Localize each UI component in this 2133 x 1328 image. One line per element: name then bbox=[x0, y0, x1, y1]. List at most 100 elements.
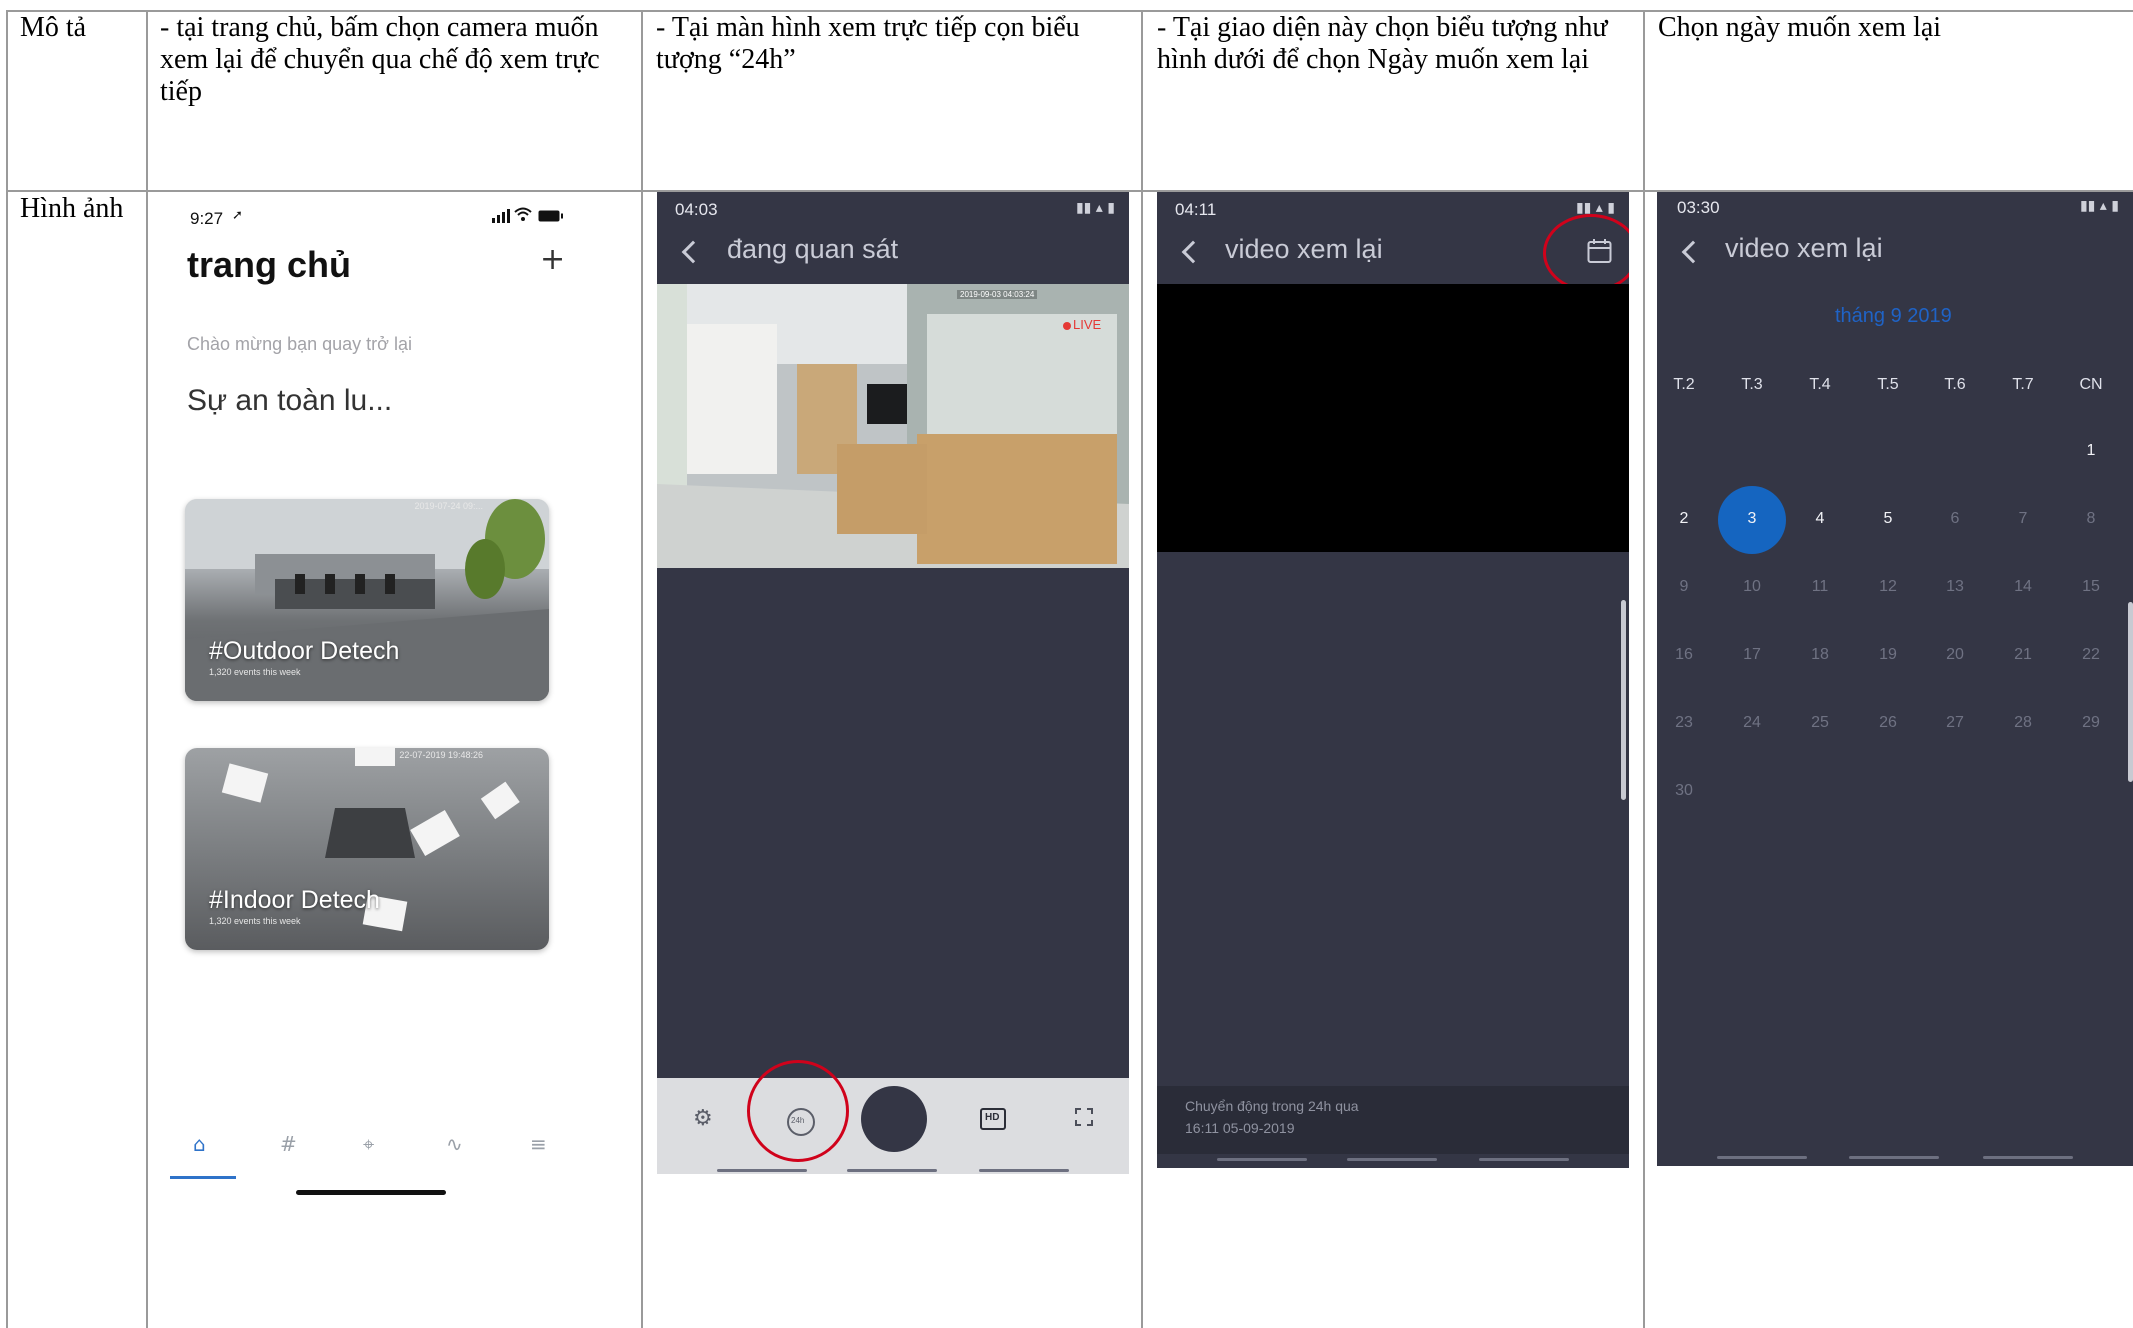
calendar-day[interactable]: 16 bbox=[1664, 646, 1704, 664]
video-timestamp: 2019-09-03 04:03:24 bbox=[957, 290, 1038, 299]
calendar-day[interactable]: 14 bbox=[2003, 578, 2043, 596]
calendar-day[interactable]: 26 bbox=[1868, 714, 1908, 732]
home-indicator-bar bbox=[296, 1190, 446, 1195]
back-chevron-icon[interactable] bbox=[681, 240, 705, 264]
calendar-screen: 03:30 ▮▮ ▴ ▮ video xem lại tháng 9 2019 … bbox=[1657, 192, 2133, 1166]
live-video-feed[interactable]: LIVE 2019-09-03 04:03:24 bbox=[657, 284, 1129, 568]
camera-name: #Outdoor Detech bbox=[209, 637, 400, 665]
plus-icon[interactable]: + bbox=[540, 242, 565, 277]
screen-title: đang quan sát bbox=[727, 234, 899, 264]
calendar-day[interactable]: 10 bbox=[1732, 578, 1772, 596]
calendar-day[interactable]: 25 bbox=[1800, 714, 1840, 732]
calendar-day[interactable]: 24 bbox=[1732, 714, 1772, 732]
calendar-day[interactable]: 5 bbox=[1868, 510, 1908, 528]
location-arrow-icon: ➚ bbox=[232, 208, 243, 223]
motion-time: 16:11 05-09-2019 bbox=[1185, 1120, 1295, 1136]
weekday-label: T.5 bbox=[1877, 376, 1899, 393]
tab-menu-icon[interactable]: ≡ bbox=[530, 1132, 547, 1156]
calendar-day[interactable]: 13 bbox=[1935, 578, 1975, 596]
home-screen: 9:27 ➚ trang chủ + Chào mừng bạn quay tr… bbox=[162, 192, 622, 1212]
calendar-day[interactable]: 23 bbox=[1664, 714, 1704, 732]
scroll-handle[interactable] bbox=[1621, 600, 1626, 800]
live-badge-dot bbox=[1063, 322, 1071, 330]
calendar-day[interactable]: 6 bbox=[1935, 510, 1975, 528]
camera-events: 1,320 events this week bbox=[209, 916, 301, 926]
calendar-day[interactable]: 19 bbox=[1868, 646, 1908, 664]
status-icons: ▮▮ ▴ ▮ bbox=[1075, 200, 1115, 216]
calendar-day[interactable]: 8 bbox=[2071, 510, 2111, 528]
step-1-description: - tại trang chủ, bấm chọn camera muốn xe… bbox=[160, 12, 600, 107]
row-label-description: Mô tả bbox=[20, 12, 87, 43]
live-view-screen: 04:03 ▮▮ ▴ ▮ đang quan sát LIVE 2019-09-… bbox=[657, 192, 1129, 1174]
calendar-day[interactable]: 3 bbox=[1732, 510, 1772, 528]
tab-home-indicator bbox=[170, 1176, 236, 1179]
back-chevron-icon[interactable] bbox=[1681, 240, 1705, 264]
office-room-image bbox=[657, 284, 1129, 568]
calendar-day[interactable]: 12 bbox=[1868, 578, 1908, 596]
calendar-day[interactable]: 20 bbox=[1935, 646, 1975, 664]
headline-text: Sự an toàn lu... bbox=[187, 384, 393, 417]
calendar-day[interactable]: 2 bbox=[1664, 510, 1704, 528]
calendar-day[interactable]: 11 bbox=[1800, 578, 1840, 596]
table-col-divider bbox=[146, 10, 148, 1328]
calendar-day[interactable]: 4 bbox=[1800, 510, 1840, 528]
welcome-text: Chào mừng bạn quay trở lại bbox=[187, 334, 412, 354]
weekday-label: T.7 bbox=[2012, 376, 2034, 393]
nav-bar-segment bbox=[1479, 1158, 1569, 1161]
tab-activity-icon[interactable]: ∿ bbox=[446, 1132, 463, 1156]
record-button[interactable] bbox=[861, 1086, 927, 1152]
calendar-day[interactable]: 9 bbox=[1664, 578, 1704, 596]
calendar-day[interactable]: 21 bbox=[2003, 646, 2043, 664]
table-col-divider bbox=[641, 10, 643, 1328]
screen-title: video xem lại bbox=[1225, 234, 1383, 264]
camera-events: 1,320 events this week bbox=[209, 667, 301, 677]
status-time: 9:27 bbox=[190, 209, 224, 228]
control-bar: ⚙ 24h HD bbox=[657, 1060, 1129, 1174]
settings-icon[interactable]: ⚙ bbox=[693, 1106, 713, 1131]
calendar-day[interactable]: 7 bbox=[2003, 510, 2043, 528]
calendar-day[interactable]: 17 bbox=[1732, 646, 1772, 664]
playback-video-area[interactable] bbox=[1157, 284, 1629, 552]
weekday-label: T.2 bbox=[1673, 376, 1695, 393]
nav-bar-segment bbox=[717, 1169, 807, 1172]
nav-bar-segment bbox=[979, 1169, 1069, 1172]
calendar-day[interactable]: 28 bbox=[2003, 714, 2043, 732]
camera-timestamp: 22-07-2019 19:48:26 bbox=[399, 750, 483, 760]
calendar-day[interactable]: 1 bbox=[2071, 442, 2111, 460]
calendar-day[interactable]: 18 bbox=[1800, 646, 1840, 664]
nav-bar-segment bbox=[847, 1169, 937, 1172]
tab-home-icon[interactable]: ⌂ bbox=[193, 1132, 206, 1156]
tab-hash-icon[interactable]: # bbox=[280, 1132, 297, 1156]
row-label-image: Hình ảnh bbox=[20, 193, 124, 224]
motion-event-row[interactable]: Chuyển động trong 24h qua 16:11 05-09-20… bbox=[1157, 1086, 1629, 1154]
live-badge: LIVE bbox=[1073, 317, 1102, 332]
nav-bar-segment bbox=[1347, 1158, 1437, 1161]
scroll-handle[interactable] bbox=[2128, 602, 2133, 782]
calendar-day[interactable]: 15 bbox=[2071, 578, 2111, 596]
weekday-label: T.6 bbox=[1944, 376, 1966, 393]
calendar-day[interactable]: 29 bbox=[2071, 714, 2111, 732]
page-title: trang chủ bbox=[187, 244, 352, 285]
table-col-divider bbox=[1643, 10, 1645, 1328]
calendar-day[interactable]: 27 bbox=[1935, 714, 1975, 732]
fullscreen-icon[interactable] bbox=[1075, 1108, 1093, 1126]
camera-timestamp: 2019-07-24 09:... bbox=[414, 501, 483, 511]
weekday-label: CN bbox=[2079, 376, 2103, 393]
nav-bar-segment bbox=[1217, 1158, 1307, 1161]
tab-crosshair-icon[interactable]: ⌖ bbox=[363, 1132, 374, 1156]
status-icons: ▮▮ ▴ ▮ bbox=[2079, 198, 2119, 214]
hd-icon[interactable]: HD bbox=[980, 1108, 1006, 1130]
highlight-circle bbox=[747, 1060, 849, 1162]
nav-bar-segment bbox=[1983, 1156, 2073, 1159]
calendar-day[interactable]: 30 bbox=[1664, 782, 1704, 800]
battery-icon bbox=[538, 209, 563, 222]
nav-bar-segment bbox=[1717, 1156, 1807, 1159]
back-chevron-icon[interactable] bbox=[1181, 240, 1205, 264]
camera-card-outdoor[interactable]: 2019-07-24 09:... #Outdoor Detech 1,320 … bbox=[185, 499, 549, 701]
camera-card-indoor[interactable]: 22-07-2019 19:48:26 #Indoor Detech 1,320… bbox=[185, 748, 549, 950]
calendar-day[interactable]: 22 bbox=[2071, 646, 2111, 664]
weekday-label: T.3 bbox=[1741, 376, 1763, 393]
screen-title: video xem lại bbox=[1725, 233, 1883, 263]
camera-name: #Indoor Detech bbox=[209, 886, 380, 914]
status-time: 03:30 bbox=[1677, 198, 1720, 217]
